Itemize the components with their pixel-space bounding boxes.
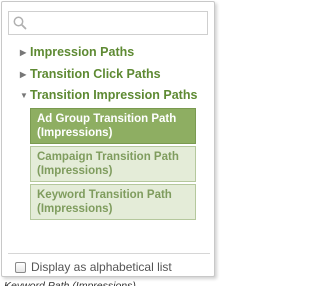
report-item-label: Keyword Transition Path (Impressions) xyxy=(37,189,172,215)
triangle-down-icon: ▼ xyxy=(20,91,28,100)
report-item-keyword-transition-path[interactable]: Keyword Transition Path (Impressions) xyxy=(30,184,196,220)
divider xyxy=(8,253,210,254)
alphabetical-list-option[interactable]: Display as alphabetical list xyxy=(15,260,172,274)
triangle-right-icon: ▶ xyxy=(20,48,27,57)
search-input[interactable] xyxy=(31,13,203,33)
category-impression-paths[interactable]: ▶ Impression Paths xyxy=(20,45,134,59)
alphabetical-list-checkbox[interactable] xyxy=(15,262,26,273)
alphabetical-list-label: Display as alphabetical list xyxy=(31,260,172,274)
report-picker-panel: ▶ Impression Paths ▶ Transition Click Path… xyxy=(1,1,215,277)
search-icon xyxy=(13,16,27,30)
report-item-ad-group-transition-path[interactable]: Ad Group Transition Path (Impressions) xyxy=(30,108,196,144)
report-item-campaign-transition-path[interactable]: Campaign Transition Path (Impressions) xyxy=(30,146,196,182)
triangle-right-icon: ▶ xyxy=(20,70,27,79)
category-label: Transition Click Paths xyxy=(30,67,161,81)
report-item-label: Campaign Transition Path (Impressions) xyxy=(37,151,179,177)
category-transition-click-paths[interactable]: ▶ Transition Click Paths xyxy=(20,67,161,81)
underlying-page-text: Keyword Path (Impressions) xyxy=(4,280,136,286)
search-box[interactable] xyxy=(8,11,208,35)
category-transition-impression-paths[interactable]: ▼ Transition Impression Paths xyxy=(20,88,197,102)
category-label: Transition Impression Paths xyxy=(30,88,198,102)
report-item-label: Ad Group Transition Path (Impressions) xyxy=(37,113,177,139)
category-label: Impression Paths xyxy=(30,45,135,59)
